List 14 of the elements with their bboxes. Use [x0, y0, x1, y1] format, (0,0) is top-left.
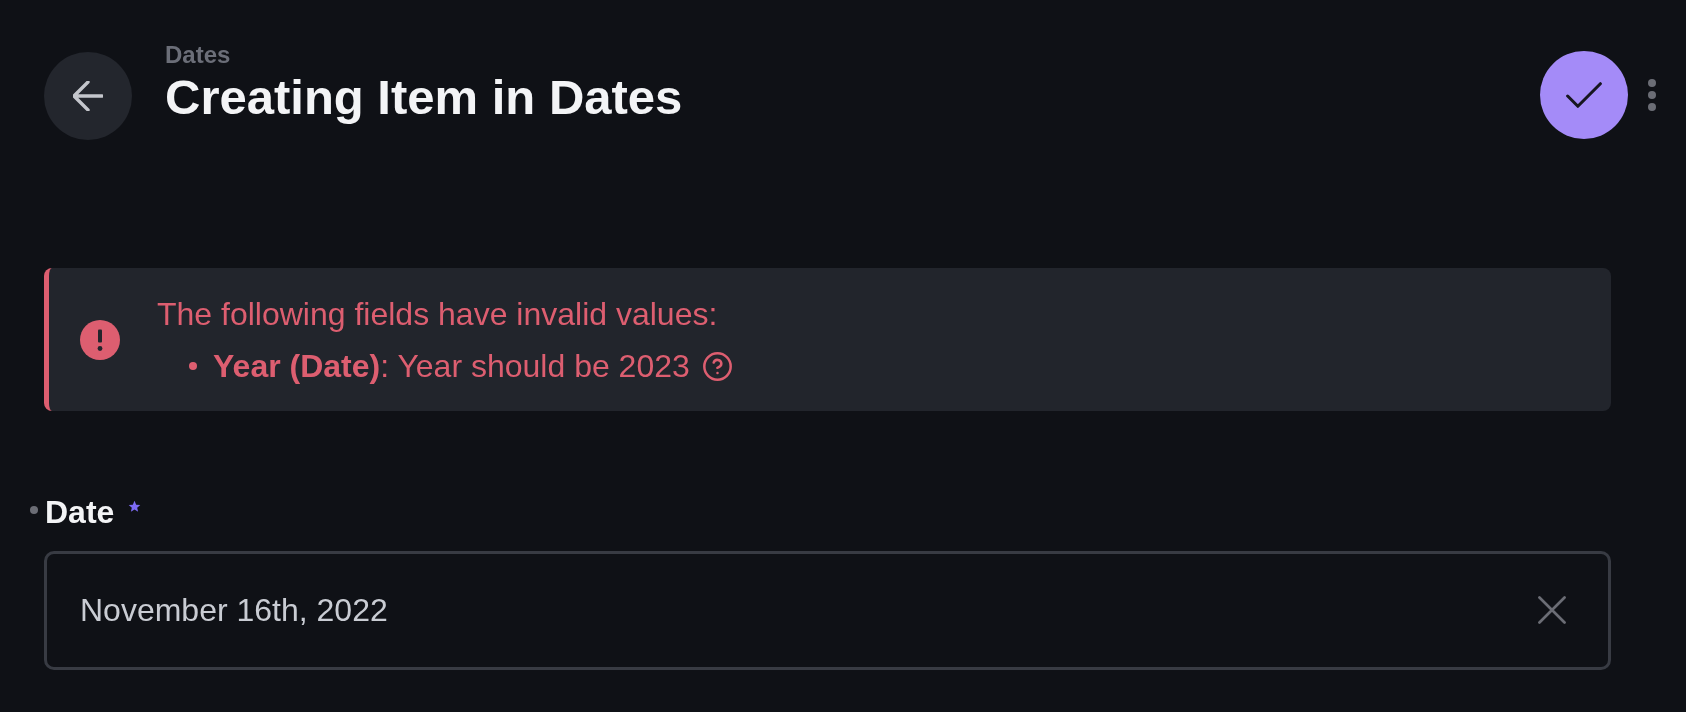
- error-message: Year (Date): Year should be 2023: [213, 347, 690, 386]
- back-arrow-icon: [73, 81, 103, 111]
- field-label: Date: [45, 493, 115, 532]
- help-icon[interactable]: [702, 351, 732, 381]
- checkmark-icon: [1566, 82, 1602, 108]
- more-options-icon: [1648, 79, 1656, 111]
- close-icon: [1538, 596, 1566, 624]
- bullet-icon: [189, 362, 197, 370]
- breadcrumb[interactable]: Dates: [165, 41, 683, 69]
- notice-heading: The following fields have invalid values:: [157, 295, 719, 334]
- date-input-field[interactable]: November 16th, 2022: [44, 551, 1611, 670]
- alert-icon: [80, 320, 120, 360]
- page-title: Creating Item in Dates: [165, 69, 683, 125]
- clear-button[interactable]: [1538, 596, 1566, 624]
